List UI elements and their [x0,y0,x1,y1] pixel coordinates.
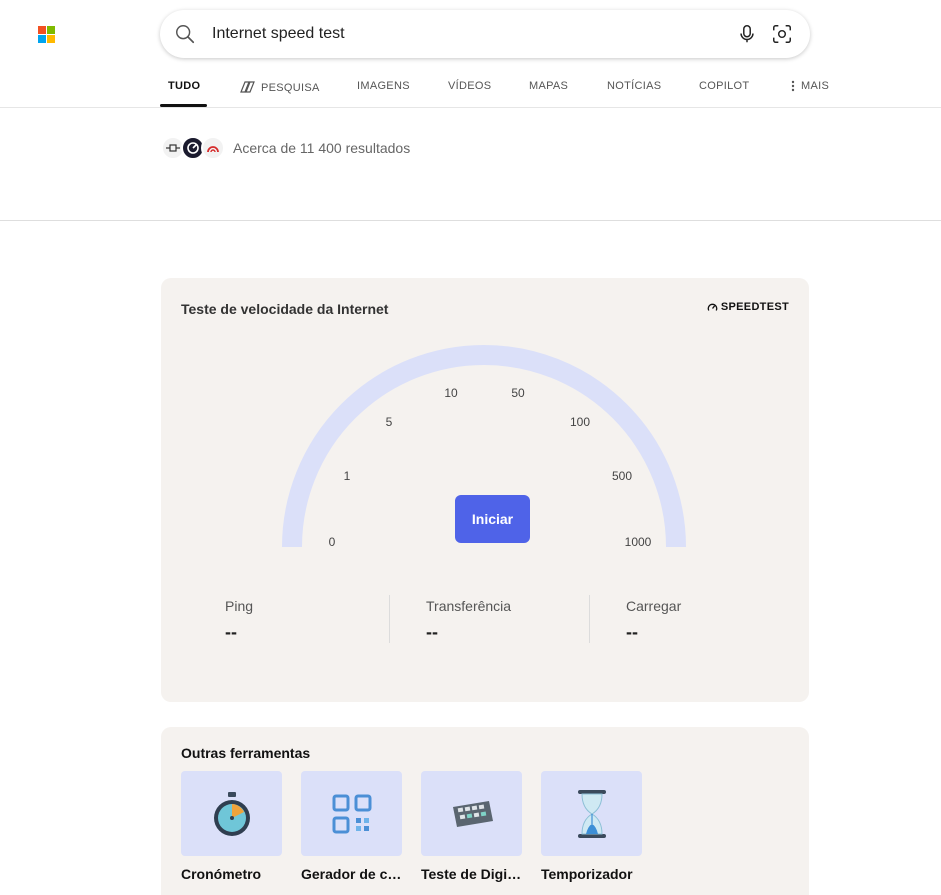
tab-mais[interactable]: MAIS [790,80,829,92]
results-count: Acerca de 11 400 resultados [233,140,411,156]
tool-typing-test[interactable]: Teste de Digitação [421,771,522,882]
logo-red-square [38,26,46,34]
tab-copilot[interactable]: COPILOT [699,80,749,92]
tab-imagens[interactable]: IMAGENS [357,80,410,92]
tool-thumbnail [181,771,282,856]
tab-videos[interactable]: VÍDEOS [448,80,491,92]
stat-label: Carregar [626,598,682,614]
gauge-tick-label: 0 [328,535,336,549]
hourglass-icon [577,789,606,838]
keyboard-icon [452,800,493,827]
other-tools-card: Outras ferramentas Cronómetro Gerador de… [161,727,809,895]
more-vertical-icon [791,80,795,92]
qr-code-icon [332,794,371,833]
gauge-tick-label: 50 [511,386,525,400]
logo-yellow-square [47,35,55,43]
tool-label: Gerador de código QR [301,866,402,882]
other-tools-title: Outras ferramentas [181,745,311,761]
stat-divider [389,595,390,643]
tool-label: Teste de Digitação [421,866,522,882]
search-bar [160,10,810,58]
stat-divider [589,595,590,643]
tab-label: NOTÍCIAS [607,80,662,92]
tab-label: TUDO [168,80,201,92]
gauge-tick-label: 1 [343,469,351,483]
gauge-favicon-icon[interactable] [201,136,225,160]
stat-value: -- [426,622,438,642]
tab-label: MAIS [801,80,830,92]
tab-label: COPILOT [699,80,750,92]
stopwatch-icon [213,791,250,836]
gauge-tick-label: 1000 [624,535,652,549]
gauge-tick-label: 10 [444,386,458,400]
stat-value: -- [626,622,638,642]
search-tabs: TUDO PESQUISA IMAGENS VÍDEOS MAPAS NOTÍC… [0,58,941,108]
tab-label: IMAGENS [357,80,410,92]
gauge-tick-label: 100 [569,415,591,429]
tab-label: PESQUISA [261,81,320,94]
tab-label: MAPAS [529,80,569,92]
microphone-icon[interactable] [736,23,758,45]
search-icon[interactable] [174,23,196,45]
start-test-button[interactable]: Iniciar [455,495,530,543]
stat-ping: Ping -- [225,598,253,643]
speedtest-card: Teste de velocidade da Internet SPEEDTES… [161,278,809,702]
microsoft-logo[interactable] [38,26,56,44]
results-summary: Acerca de 11 400 resultados [161,135,410,161]
search-input[interactable] [212,10,712,58]
stat-value: -- [225,622,237,642]
tool-stopwatch[interactable]: Cronómetro [181,771,282,882]
tool-thumbnail [541,771,642,856]
stat-upload: Carregar -- [626,598,681,643]
tab-label: VÍDEOS [448,80,492,92]
tool-thumbnail [301,771,402,856]
divider [0,220,941,221]
tool-label: Cronómetro [181,866,262,882]
gauge-tick-label: 500 [611,469,633,483]
visual-search-icon[interactable] [771,23,793,45]
tool-thumbnail [421,771,522,856]
tool-qr-generator[interactable]: Gerador de código QR [301,771,402,882]
tab-mapas[interactable]: MAPAS [529,80,568,92]
tool-label: Temporizador [541,866,633,882]
stat-label: Ping [225,598,254,614]
stat-label: Transferência [426,598,512,614]
active-tab-indicator [160,104,207,107]
tool-timer[interactable]: Temporizador [541,771,642,882]
stat-download: Transferência -- [426,598,511,643]
tab-noticias[interactable]: NOTÍCIAS [607,80,661,92]
tab-pesquisa[interactable]: PESQUISA [239,80,320,95]
logo-green-square [47,26,55,34]
copilot-search-icon [240,81,255,93]
logo-blue-square [38,35,46,43]
gauge-tick-label: 5 [385,415,393,429]
tab-tudo[interactable]: TUDO [168,80,200,92]
